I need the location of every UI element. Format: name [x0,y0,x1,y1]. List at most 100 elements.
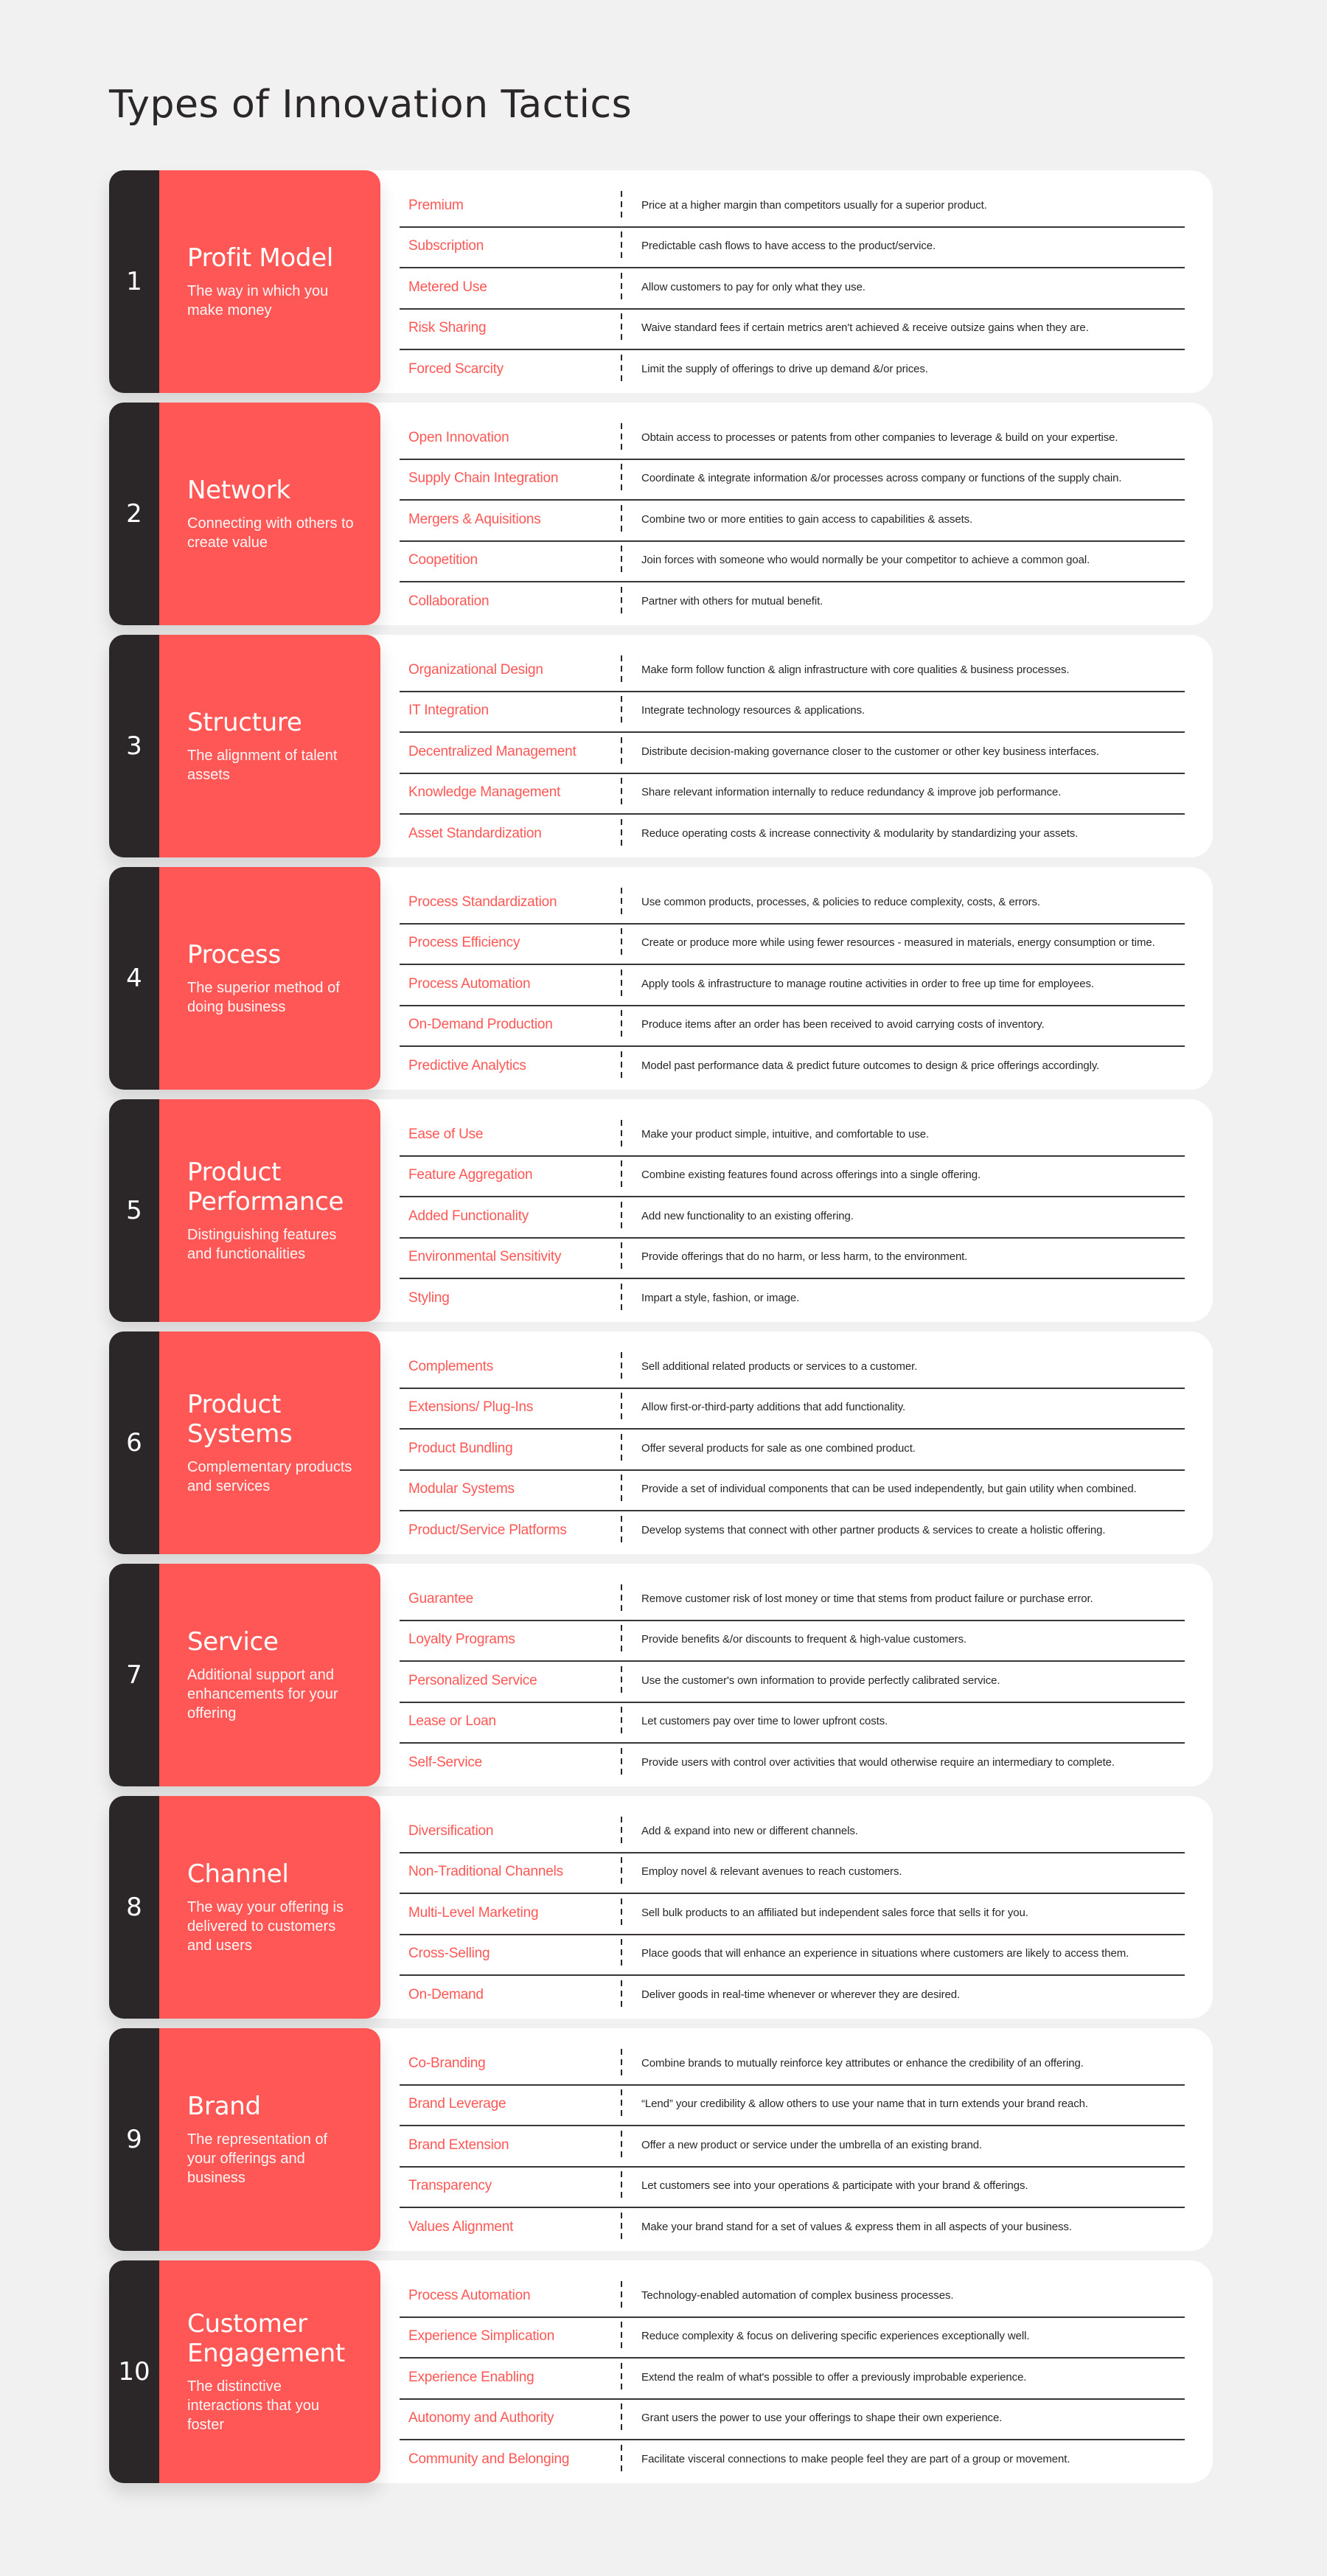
tactic-description: Apply tools & infrastructure to manage r… [641,977,1094,990]
tactic-row: Co-Branding Combine brands to mutually r… [400,2043,1185,2084]
tactic-name: Added Functionality [408,1208,529,1224]
tactic-name: Styling [408,1289,450,1306]
tactics-table: Process Automation Technology-enabled au… [369,2260,1213,2483]
category-header: 3 Structure The alignment of talent asse… [109,635,380,857]
category-subtitle: The distinctive interactions that you fo… [187,2378,319,2433]
category-number: 9 [109,2028,159,2251]
dashed-separator [621,1119,622,1149]
tactic-name: Brand Leverage [408,2096,506,2112]
category-subtitle: Complementary products and services [187,1459,352,1494]
category-card-6: 6 Product Systems Complementary products… [109,1331,1213,1554]
tactic-name: Metered Use [408,279,487,295]
tactic-description: Use common products, processes, & polici… [641,895,1040,908]
dashed-separator [621,887,622,917]
tactic-row: Asset Standardization Reduce operating c… [400,813,1185,854]
tactic-name: Environmental Sensitivity [408,1249,562,1265]
category-number: 7 [109,1564,159,1786]
tactics-table: Diversification Add & expand into new or… [369,1796,1213,2019]
dashed-separator [621,546,622,576]
tactic-description: Provide users with control over activiti… [641,1755,1115,1769]
tactic-row: Environmental Sensitivity Provide offeri… [400,1236,1185,1278]
dashed-separator [621,818,622,849]
tactic-description: Limit the supply of offerings to drive u… [641,362,928,375]
tactic-row: Added Functionality Add new functionalit… [400,1196,1185,1237]
category-subtitle: The way in which you make money [187,283,329,318]
tactic-description: Technology-enabled automation of complex… [641,2288,954,2302]
tactic-row: Lease or Loan Let customers pay over tim… [400,1701,1185,1743]
tactic-name: Premium [408,197,464,213]
tactics-table: Open Innovation Obtain access to process… [369,403,1213,625]
tactics-table: Process Standardization Use common produ… [369,867,1213,1090]
tactic-description: Develop systems that connect with other … [641,1523,1106,1536]
tactic-row: IT Integration Integrate technology reso… [400,690,1185,732]
dashed-separator [621,1980,622,2010]
tactic-name: Diversification [408,1823,494,1839]
tactic-row: On-Demand Deliver goods in real-time whe… [400,1974,1185,2016]
tactic-row: Forced Scarcity Limit the supply of offe… [400,349,1185,390]
category-title: Service [187,1627,279,1657]
tactic-description: “Lend” your credibility & allow others t… [641,2098,1088,2111]
tactic-name: Cross-Selling [408,1946,490,1962]
dashed-separator [621,2048,622,2078]
tactic-name: Mergers & Aquisitions [408,511,541,527]
category-subtitle: The representation of your offerings and… [187,2131,328,2186]
category-label-block: Product Performance Distinguishing featu… [159,1099,380,1322]
tactic-name: Decentralized Management [408,743,577,759]
tactic-description: Integrate technology resources & applica… [641,704,865,717]
tactic-name: Product Bundling [408,1440,513,1456]
tactic-name: Extensions/ Plug-Ins [408,1399,534,1416]
dashed-separator [621,1283,622,1313]
tactic-description: Produce items after an order has been re… [641,1018,1045,1031]
tactic-row: Process Standardization Use common produ… [400,882,1185,923]
category-header: 5 Product Performance Distinguishing fea… [109,1099,380,1322]
dashed-separator [621,696,622,726]
dashed-separator [621,1584,622,1614]
tactic-row: Risk Sharing Waive standard fees if cert… [400,307,1185,349]
tactic-row: Brand Leverage “Lend” your credibility &… [400,2084,1185,2126]
tactic-row: Feature Aggregation Combine existing fea… [400,1155,1185,1197]
tactic-row: Brand Extension Offer a new product or s… [400,2125,1185,2166]
tactic-row: Loyalty Programs Provide benefits &/or d… [400,1619,1185,1661]
category-card-9: 9 Brand The representation of your offer… [109,2028,1213,2251]
tactic-description: Join forces with someone who would norma… [641,554,1090,567]
tactic-description: Combine two or more entities to gain acc… [641,512,973,526]
tactic-row: Personalized Service Use the customer's … [400,1660,1185,1702]
category-header: 2 Network Connecting with others to crea… [109,403,380,625]
dashed-separator [621,2280,622,2311]
dashed-separator [621,2089,622,2120]
tactic-name: Experience Simplication [408,2328,555,2344]
tactics-table: Co-Branding Combine brands to mutually r… [369,2028,1213,2251]
category-number: 10 [109,2260,159,2483]
tactic-name: Open Innovation [408,429,509,445]
category-label-block: Profit Model The way in which you make m… [159,170,380,393]
tactic-row: Metered Use Allow customers to pay for o… [400,267,1185,308]
tactic-row: Organizational Design Make form follow f… [400,650,1185,691]
category-card-3: 3 Structure The alignment of talent asse… [109,635,1213,857]
category-number: 8 [109,1796,159,2019]
dashed-separator [621,1898,622,1928]
tactic-name: Organizational Design [408,661,543,678]
category-header: 10 Customer Engagement The distinctive i… [109,2260,380,2483]
dashed-separator [621,504,622,535]
tactic-row: Product Bundling Offer several products … [400,1428,1185,1469]
tactic-name: Lease or Loan [408,1713,496,1730]
tactic-description: Allow customers to pay for only what the… [641,280,865,293]
tactic-name: Process Automation [408,2287,531,2303]
tactic-name: Process Efficiency [408,935,520,951]
category-title: Customer Engagement [187,2309,345,2368]
tactic-row: Self-Service Provide users with control … [400,1742,1185,1783]
tactic-name: Multi-Level Marketing [408,1904,539,1921]
tactic-name: Product/Service Platforms [408,1522,567,1538]
tactic-description: Make your brand stand for a set of value… [641,2220,1072,2233]
tactic-row: Process Automation Technology-enabled au… [400,2275,1185,2316]
tactic-description: Partner with others for mutual benefit. [641,594,823,608]
dashed-separator [621,2130,622,2160]
category-title: Network [187,476,290,505]
tactic-name: Feature Aggregation [408,1167,533,1183]
tactic-row: Supply Chain Integration Coordinate & in… [400,458,1185,500]
tactic-row: Subscription Predictable cash flows to h… [400,226,1185,268]
tactic-row: Open Innovation Obtain access to process… [400,417,1185,459]
dashed-separator [621,1707,622,1737]
tactic-row: Complements Sell additional related prod… [400,1346,1185,1388]
tactic-row: Mergers & Aquisitions Combine two or mor… [400,499,1185,540]
